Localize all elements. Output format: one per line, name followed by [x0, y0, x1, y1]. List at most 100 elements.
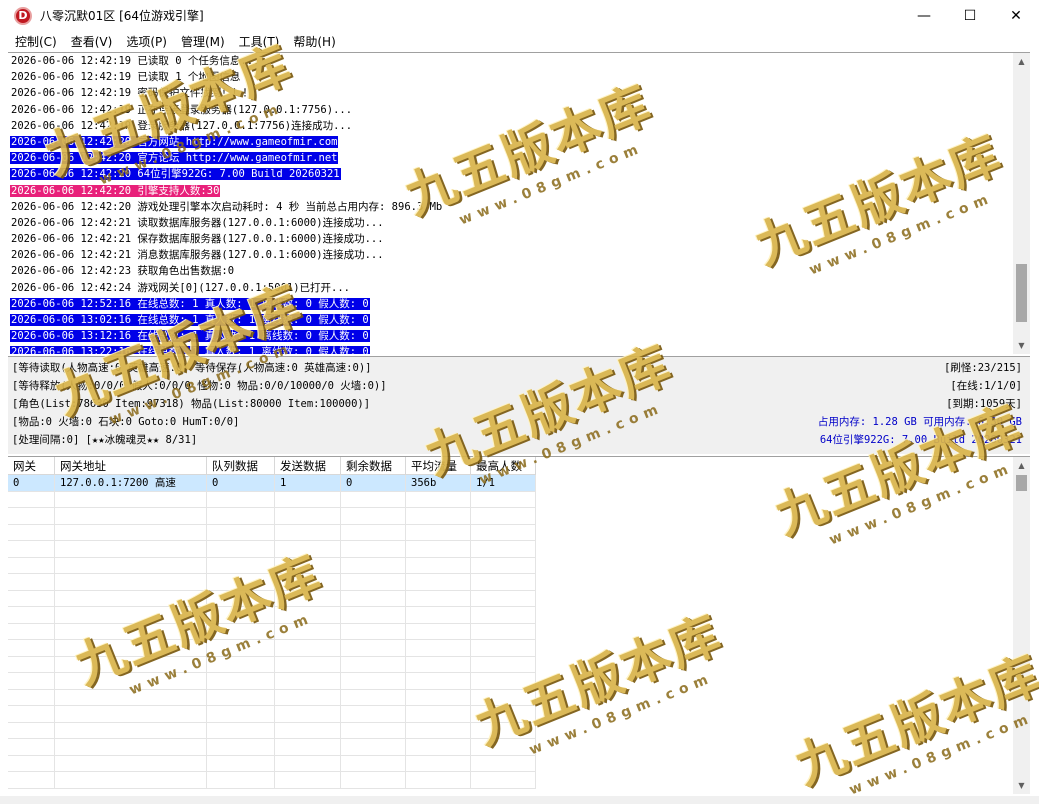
log-line: 2026-06-06 12:42:19 正在连接登录服务器(127.0.0.1:…: [10, 102, 1012, 118]
grid-body: 0 127.0.0.1:7200 高速 0 1 0 356b 1/1: [8, 475, 536, 789]
table-cell: [406, 640, 471, 657]
table-cell: [471, 739, 536, 756]
log-line-text: 2026-06-06 12:42:23 获取角色出售数据:0: [11, 265, 235, 278]
table-cell: [471, 640, 536, 657]
scroll-down-icon[interactable]: ▼: [1013, 337, 1030, 354]
status-panel: [等待读取(人物高速:0 英雄高速:0) 等待保存(人物高速:0 英雄高速:0)…: [8, 356, 1030, 454]
col-gateway[interactable]: 网关: [8, 457, 55, 475]
table-row[interactable]: [8, 706, 536, 723]
log-scroll-thumb[interactable]: [1016, 264, 1027, 322]
table-row[interactable]: [8, 722, 536, 739]
minimize-button[interactable]: —: [901, 0, 947, 31]
log-line-text: 2026-06-06 12:42:20 64位引擎922G: 7.00 Buil…: [10, 168, 341, 181]
table-row[interactable]: [8, 607, 536, 624]
table-cell: [8, 689, 55, 706]
table-row[interactable]: [8, 656, 536, 673]
table-row[interactable]: [8, 673, 536, 690]
gateway-grid[interactable]: 网关 网关地址 队列数据 发送数据 剩余数据 平均流量 最高人数 0 127.0.…: [8, 456, 1030, 794]
status-memory: 占用内存: 1.28 GB 可用内存: 6.30 GB: [817, 416, 1022, 428]
col-remaining-data[interactable]: 剩余数据: [341, 457, 406, 475]
scroll-up-icon[interactable]: ▲: [1013, 457, 1030, 474]
app-icon[interactable]: D: [14, 6, 32, 25]
table-cell: [55, 574, 207, 591]
menu-bar: 控制(C) 查看(V) 选项(P) 管理(M) 工具(T) 帮助(H): [0, 31, 1039, 51]
status-expiry: [到期:1059天]: [946, 398, 1022, 410]
log-line: 2026-06-06 12:42:21 读取数据库服务器(127.0.0.1:6…: [10, 215, 1012, 231]
table-cell: [55, 557, 207, 574]
table-row[interactable]: [8, 755, 536, 772]
col-gateway-address[interactable]: 网关地址: [55, 457, 207, 475]
log-line-text: 2026-06-06 12:42:21 保存数据库服务器(127.0.0.1:6…: [11, 233, 384, 246]
maximize-button[interactable]: ☐: [947, 0, 993, 31]
table-row[interactable]: [8, 590, 536, 607]
menu-help[interactable]: 帮助(H): [286, 33, 342, 50]
table-row[interactable]: [8, 574, 536, 591]
table-cell: [8, 706, 55, 723]
scroll-up-icon[interactable]: ▲: [1013, 53, 1030, 70]
table-cell: [341, 772, 406, 789]
grid-scroll-thumb[interactable]: [1016, 475, 1027, 491]
log-line: 2026-06-06 13:12:16 在线总数: 1 真人数: 1 离线数: …: [10, 328, 1012, 344]
log-line-text: 2026-06-06 12:42:19 正在连接登录服务器(127.0.0.1:…: [11, 103, 353, 116]
status-role-list: [角色(List:78630 Item:97318) 物品(List:80000…: [12, 398, 371, 410]
table-cell: [406, 491, 471, 508]
table-row[interactable]: [8, 524, 536, 541]
table-cell: [8, 508, 55, 525]
table-row[interactable]: [8, 541, 536, 558]
table-cell: [207, 706, 275, 723]
log-scrollbar[interactable]: ▲ ▼: [1013, 53, 1030, 354]
col-average-traffic[interactable]: 平均流量: [406, 457, 471, 475]
table-cell: [275, 524, 341, 541]
table-cell: [207, 656, 275, 673]
menu-manage[interactable]: 管理(M): [174, 33, 232, 50]
scroll-down-icon[interactable]: ▼: [1013, 777, 1030, 794]
table-row[interactable]: [8, 689, 536, 706]
table-cell: [207, 574, 275, 591]
table-cell: [8, 656, 55, 673]
table-cell: [471, 755, 536, 772]
table-row[interactable]: 0 127.0.0.1:7200 高速 0 1 0 356b 1/1: [8, 475, 536, 492]
table-cell: [406, 557, 471, 574]
log-line: 2026-06-06 12:42:20 游戏处理引擎本次启动耗时: 4 秒 当前…: [10, 199, 1012, 215]
col-queue-data[interactable]: 队列数据: [207, 457, 275, 475]
table-cell: [275, 739, 341, 756]
table-cell: [275, 491, 341, 508]
table-cell: [275, 640, 341, 657]
menu-view[interactable]: 查看(V): [64, 33, 120, 50]
table-row[interactable]: [8, 557, 536, 574]
log-panel[interactable]: 2026-06-06 12:42:19 已读取 0 个任务信息... 2026-0…: [8, 52, 1030, 354]
table-cell: [55, 706, 207, 723]
table-cell: [341, 722, 406, 739]
table-cell: [341, 508, 406, 525]
menu-options[interactable]: 选项(P): [119, 33, 174, 50]
table-row[interactable]: [8, 623, 536, 640]
col-max-players[interactable]: 最高人数: [471, 457, 536, 475]
grid-header: 网关 网关地址 队列数据 发送数据 剩余数据 平均流量 最高人数: [8, 457, 536, 475]
table-cell: [341, 673, 406, 690]
menu-tools[interactable]: 工具(T): [232, 33, 287, 50]
col-send-data[interactable]: 发送数据: [275, 457, 341, 475]
table-cell: [55, 491, 207, 508]
table-cell: [8, 541, 55, 558]
table-cell: [406, 656, 471, 673]
table-cell: [207, 491, 275, 508]
table-row[interactable]: [8, 739, 536, 756]
table-row[interactable]: [8, 491, 536, 508]
log-line-text: 2026-06-06 13:12:16 在线总数: 1 真人数: 1 离线数: …: [10, 330, 370, 343]
close-button[interactable]: ✕: [993, 0, 1039, 31]
table-cell: [471, 722, 536, 739]
log-line: 2026-06-06 13:22:16 在线总数: 1 真人数: 1 离线数: …: [10, 344, 1012, 354]
table-cell: [471, 508, 536, 525]
menu-control[interactable]: 控制(C): [8, 33, 64, 50]
table-row[interactable]: [8, 772, 536, 789]
table-row[interactable]: [8, 508, 536, 525]
table-cell: [341, 640, 406, 657]
table-cell: [341, 574, 406, 591]
table-row[interactable]: [8, 640, 536, 657]
table-cell: [8, 574, 55, 591]
log-line-text: 2026-06-06 12:42:19 密码保护文件找到！！！: [11, 87, 253, 100]
grid-scrollbar[interactable]: ▲ ▼: [1013, 457, 1030, 794]
log-line-text: 2026-06-06 12:42:24 游戏网关[0](127.0.0.1:50…: [11, 281, 351, 294]
table-cell: [207, 689, 275, 706]
table-cell: [55, 524, 207, 541]
